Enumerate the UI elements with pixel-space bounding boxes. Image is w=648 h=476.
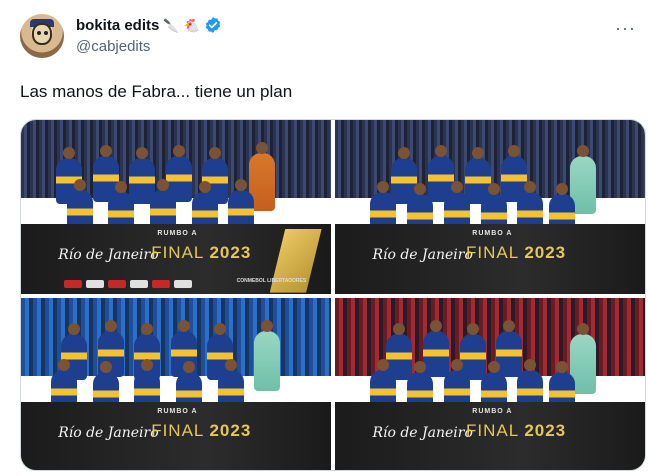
more-options-icon[interactable]: ···	[615, 18, 636, 39]
rooster-emoji: 🐔	[183, 17, 200, 33]
avatar-eye	[44, 31, 48, 35]
team-photo-2[interactable]: RUMBO A Río de Janeiro FINAL 2023	[335, 120, 645, 294]
banner-final-word: FINAL	[151, 420, 204, 440]
team-photo-3[interactable]: RUMBO A Río de Janeiro FINAL 2023	[21, 298, 331, 470]
banner-year: 2023	[524, 420, 567, 440]
banner-year: 2023	[524, 242, 567, 262]
banner-rumbo: RUMBO A	[472, 407, 513, 415]
goalkeeper	[254, 320, 281, 392]
banner-final: FINAL 2023	[466, 421, 566, 441]
banner-city: Río de Janeiro	[58, 246, 159, 263]
final-banner: RUMBO A Río de Janeiro FINAL 2023 CONMEB…	[21, 224, 331, 294]
knife-emoji: 🔪	[163, 17, 180, 33]
tweet-text: Las manos de Fabra... tiene un plan	[20, 82, 293, 101]
sponsor-logos	[64, 280, 193, 289]
banner-final-word: FINAL	[151, 242, 204, 262]
banner-final-word: FINAL	[466, 242, 519, 262]
final-banner: RUMBO A Río de Janeiro FINAL 2023	[335, 224, 645, 294]
banner-final: FINAL 2023	[151, 243, 251, 263]
banner-final: FINAL 2023	[151, 421, 251, 441]
final-banner: RUMBO A Río de Janeiro FINAL 2023	[21, 402, 331, 470]
avatar[interactable]	[20, 14, 64, 58]
libertadores-logo: CONMEBOL LIBERTADORES	[236, 278, 307, 285]
avatar-eye	[37, 31, 41, 35]
banner-final: FINAL 2023	[466, 243, 566, 263]
avatar-face	[32, 23, 52, 45]
banner-city: Río de Janeiro	[372, 246, 473, 263]
banner-rumbo: RUMBO A	[157, 407, 198, 415]
banner-year: 2023	[209, 420, 252, 440]
player	[422, 320, 449, 378]
author-handle[interactable]: @cabjedits	[76, 38, 150, 55]
author-name-row[interactable]: bokita edits 🔪 🐔	[76, 16, 222, 34]
display-name[interactable]: bokita edits	[76, 17, 159, 34]
banner-final-word: FINAL	[466, 420, 519, 440]
verified-badge-icon	[205, 17, 220, 33]
banner-year: 2023	[209, 242, 252, 262]
team-photo-1[interactable]: RUMBO A Río de Janeiro FINAL 2023 CONMEB…	[21, 120, 331, 294]
banner-city: Río de Janeiro	[372, 424, 473, 441]
team-photo-4[interactable]: RUMBO A Río de Janeiro FINAL 2023	[335, 298, 645, 470]
banner-city: Río de Janeiro	[58, 424, 159, 441]
banner-rumbo: RUMBO A	[157, 229, 198, 237]
player	[496, 320, 523, 378]
media-grid: RUMBO A Río de Janeiro FINAL 2023 CONMEB…	[20, 119, 646, 471]
final-banner: RUMBO A Río de Janeiro FINAL 2023	[335, 402, 645, 470]
banner-rumbo: RUMBO A	[472, 229, 513, 237]
tweet-header: bokita edits 🔪 🐔 @cabjedits ···	[20, 14, 640, 62]
